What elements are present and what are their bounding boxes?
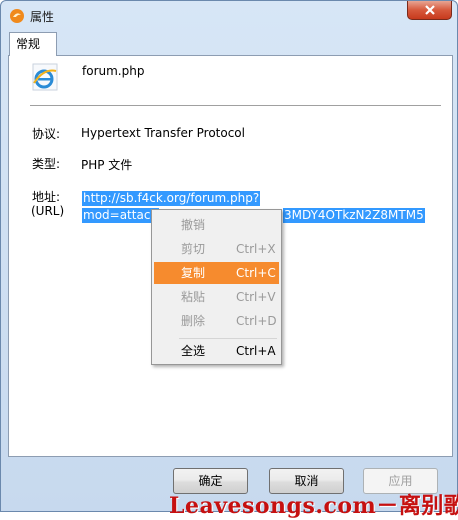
menu-separator <box>179 338 277 339</box>
ie-file-icon <box>32 63 58 91</box>
address-value-line1[interactable]: http://sb.f4ck.org/forum.php? <box>82 191 261 206</box>
file-name: forum.php <box>82 64 145 78</box>
close-button[interactable] <box>407 1 452 20</box>
tab-general[interactable]: 常规 <box>9 32 57 56</box>
type-value: PHP 文件 <box>81 158 133 172</box>
divider <box>30 105 441 106</box>
menu-item-copy[interactable]: 复制 Ctrl+C <box>154 262 279 284</box>
menu-item-select-all[interactable]: 全选 Ctrl+A <box>154 340 279 362</box>
type-label: 类型: <box>32 157 61 171</box>
close-icon <box>424 5 435 15</box>
protocol-value: Hypertext Transfer Protocol <box>81 126 245 140</box>
menu-item-undo[interactable]: 撤销 <box>154 214 279 236</box>
watermark: Leavesongs.com－离别歌 <box>169 493 458 519</box>
window-title: 属性 <box>30 10 55 24</box>
menu-item-cut[interactable]: 剪切 Ctrl+X <box>154 238 279 260</box>
address-label-url: (URL) <box>31 204 65 218</box>
protocol-label: 协议: <box>32 127 61 141</box>
context-menu: 撤销 剪切 Ctrl+X 复制 Ctrl+C 粘贴 Ctrl+V 删除 Ctrl… <box>151 209 282 365</box>
address-value-line2[interactable]: mod=attach <box>82 208 160 223</box>
properties-window: 属性 常规 forum.php 协议: Hypertext Transfer P… <box>0 0 458 519</box>
app-icon <box>10 9 24 23</box>
menu-item-delete[interactable]: 删除 Ctrl+D <box>154 310 279 332</box>
menu-item-paste[interactable]: 粘贴 Ctrl+V <box>154 286 279 308</box>
address-label: 地址: <box>32 190 61 204</box>
address-value-line2-end[interactable]: 3MDY4OTkzN2Z8MTM5 <box>283 208 425 223</box>
title-bar[interactable]: 属性 <box>1 1 457 31</box>
